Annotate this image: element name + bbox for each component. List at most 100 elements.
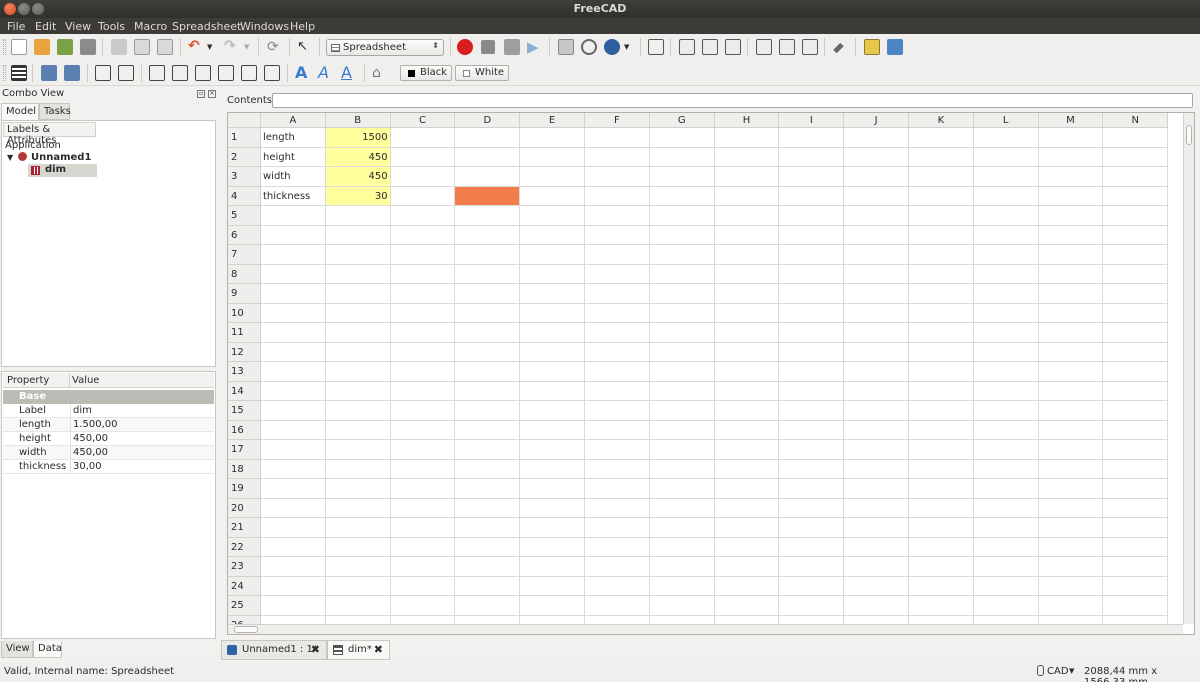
bold-text-icon[interactable]: A xyxy=(295,65,311,81)
cell-c21[interactable] xyxy=(390,518,456,538)
cell-n13[interactable] xyxy=(1103,362,1169,382)
cell-j24[interactable] xyxy=(844,576,909,596)
cell-a12[interactable] xyxy=(261,342,326,362)
select-all-corner[interactable] xyxy=(228,113,261,128)
cell-c22[interactable] xyxy=(390,537,456,557)
cell-i25[interactable] xyxy=(779,596,845,616)
menu-view[interactable]: View xyxy=(65,20,91,33)
cell-n22[interactable] xyxy=(1103,537,1169,557)
cell-l23[interactable] xyxy=(973,557,1039,577)
cell-l25[interactable] xyxy=(973,596,1039,616)
cell-e13[interactable] xyxy=(520,362,585,382)
cell-e23[interactable] xyxy=(520,557,585,577)
cell-a18[interactable] xyxy=(261,459,326,479)
cell-c17[interactable] xyxy=(390,440,456,460)
split-cells-icon[interactable] xyxy=(118,65,134,81)
cell-m22[interactable] xyxy=(1038,537,1104,557)
cell-d18[interactable] xyxy=(455,459,521,479)
cell-c3[interactable] xyxy=(390,167,456,187)
cell-f8[interactable] xyxy=(585,264,650,284)
cell-l12[interactable] xyxy=(973,342,1039,362)
cell-d6[interactable] xyxy=(455,225,521,245)
cell-e18[interactable] xyxy=(520,459,585,479)
navigation-style[interactable]: CAD xyxy=(1047,666,1069,677)
cell-n8[interactable] xyxy=(1103,264,1169,284)
cell-k3[interactable] xyxy=(909,167,974,187)
row-header-2[interactable]: 2 xyxy=(228,147,261,167)
column-header-c[interactable]: C xyxy=(390,113,456,128)
cell-m24[interactable] xyxy=(1038,576,1104,596)
left-view-icon[interactable] xyxy=(802,39,818,55)
cell-m14[interactable] xyxy=(1038,381,1104,401)
cell-c23[interactable] xyxy=(390,557,456,577)
cell-g4[interactable] xyxy=(649,186,715,206)
cell-k19[interactable] xyxy=(909,479,974,499)
paste-icon[interactable] xyxy=(157,39,173,55)
expand-arrow-icon[interactable]: ▼ xyxy=(7,153,13,162)
cell-d11[interactable] xyxy=(455,323,521,343)
column-header-i[interactable]: I xyxy=(779,113,845,128)
cell-a24[interactable] xyxy=(261,576,326,596)
top-view-icon[interactable] xyxy=(702,39,718,55)
cell-c12[interactable] xyxy=(390,342,456,362)
cell-f2[interactable] xyxy=(585,147,650,167)
cell-d2[interactable] xyxy=(455,147,521,167)
redo-dropdown-icon[interactable]: ▼ xyxy=(244,39,252,55)
cell-j8[interactable] xyxy=(844,264,909,284)
front-view-icon[interactable] xyxy=(679,39,695,55)
cell-k7[interactable] xyxy=(909,245,974,265)
undo-dropdown-icon[interactable]: ▼ xyxy=(207,39,215,55)
cell-h23[interactable] xyxy=(714,557,780,577)
cell-c1[interactable] xyxy=(390,128,456,148)
cell-f13[interactable] xyxy=(585,362,650,382)
cell-k23[interactable] xyxy=(909,557,974,577)
row-header-9[interactable]: 9 xyxy=(228,284,261,304)
cell-b15[interactable] xyxy=(325,401,391,421)
cell-e17[interactable] xyxy=(520,440,585,460)
cell-m11[interactable] xyxy=(1038,323,1104,343)
underline-text-icon[interactable]: A xyxy=(341,65,357,81)
cell-e19[interactable] xyxy=(520,479,585,499)
row-header-20[interactable]: 20 xyxy=(228,498,261,518)
cell-k9[interactable] xyxy=(909,284,974,304)
cell-b24[interactable] xyxy=(325,576,391,596)
cell-e4[interactable] xyxy=(520,186,585,206)
row-header-25[interactable]: 25 xyxy=(228,596,261,616)
cell-l3[interactable] xyxy=(973,167,1039,187)
set-alias-icon[interactable]: ⌂ xyxy=(372,65,388,81)
cell-c15[interactable] xyxy=(390,401,456,421)
cell-e12[interactable] xyxy=(520,342,585,362)
navigation-dropdown-icon[interactable]: ▼ xyxy=(1069,667,1074,675)
cell-h5[interactable] xyxy=(714,206,780,226)
cell-a15[interactable] xyxy=(261,401,326,421)
cell-d19[interactable] xyxy=(455,479,521,499)
cell-j13[interactable] xyxy=(844,362,909,382)
cell-k4[interactable] xyxy=(909,186,974,206)
cell-e24[interactable] xyxy=(520,576,585,596)
scroll-thumb[interactable] xyxy=(234,626,258,633)
cell-n9[interactable] xyxy=(1103,284,1169,304)
column-header-b[interactable]: B xyxy=(325,113,391,128)
create-part-icon[interactable] xyxy=(864,39,880,55)
cell-i10[interactable] xyxy=(779,303,845,323)
cell-e20[interactable] xyxy=(520,498,585,518)
cell-m15[interactable] xyxy=(1038,401,1104,421)
cell-e2[interactable] xyxy=(520,147,585,167)
cell-e21[interactable] xyxy=(520,518,585,538)
menu-spreadsheet[interactable]: Spreadsheet xyxy=(172,20,241,33)
row-header-8[interactable]: 8 xyxy=(228,264,261,284)
cell-g21[interactable] xyxy=(649,518,715,538)
cell-a8[interactable] xyxy=(261,264,326,284)
cell-h15[interactable] xyxy=(714,401,780,421)
cell-g5[interactable] xyxy=(649,206,715,226)
column-header-j[interactable]: J xyxy=(844,113,909,128)
cell-g3[interactable] xyxy=(649,167,715,187)
cell-n5[interactable] xyxy=(1103,206,1169,226)
cell-k14[interactable] xyxy=(909,381,974,401)
isometric-view-icon[interactable] xyxy=(648,39,664,55)
cell-i11[interactable] xyxy=(779,323,845,343)
cell-n6[interactable] xyxy=(1103,225,1169,245)
cell-d25[interactable] xyxy=(455,596,521,616)
cell-f25[interactable] xyxy=(585,596,650,616)
cell-c19[interactable] xyxy=(390,479,456,499)
